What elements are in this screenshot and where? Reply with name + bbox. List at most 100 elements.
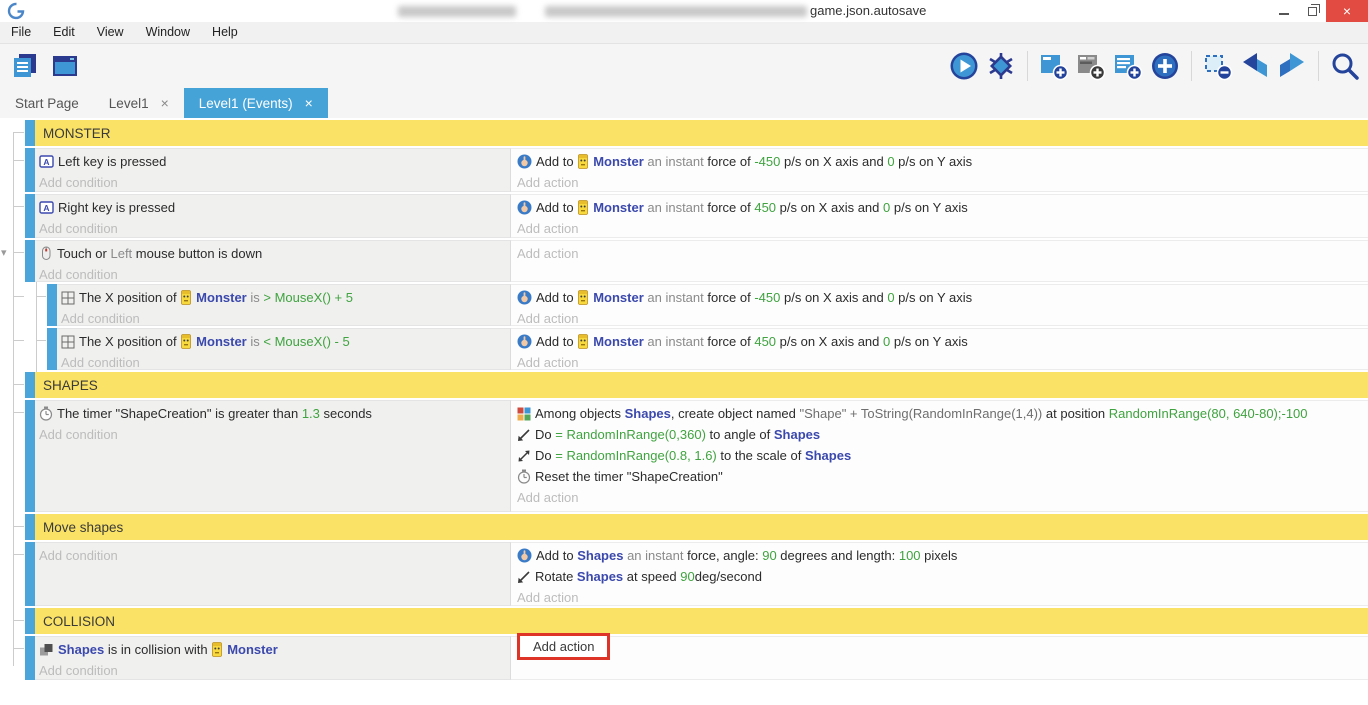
tab-level1[interactable]: Level1× <box>94 88 184 118</box>
placeholder-label: Add action <box>517 246 578 261</box>
toolbar-button-search[interactable] <box>1329 50 1361 82</box>
condition-line[interactable]: Shapes is in collision with Monster <box>39 639 510 660</box>
tab-close-icon[interactable]: × <box>305 95 313 111</box>
tab-start-page[interactable]: Start Page <box>0 88 94 118</box>
text-token: Shapes <box>805 448 851 463</box>
menu-window[interactable]: Window <box>135 22 201 44</box>
group-header[interactable]: SHAPES <box>35 372 1368 398</box>
toolbar-button-add-circle[interactable] <box>1149 50 1181 82</box>
placeholder-label: Add condition <box>39 427 118 442</box>
add-action-button[interactable]: Add action <box>517 218 1368 239</box>
tab-level1-events[interactable]: Level1 (Events) × <box>184 88 328 118</box>
add-action-button[interactable]: Add action <box>517 587 1368 608</box>
conditions-cell: ARight key is pressedAdd condition <box>35 194 511 238</box>
add-condition-button[interactable]: Add condition <box>39 660 510 680</box>
mouse-icon <box>39 246 53 261</box>
text-token: Do <box>535 427 555 442</box>
event-color-bar <box>25 514 35 540</box>
restore-icon <box>1308 7 1317 16</box>
condition-line[interactable]: Touch or Left mouse button is down <box>39 243 510 264</box>
event-color-bar <box>47 284 57 326</box>
add-action-button[interactable]: Add action <box>517 172 1368 193</box>
text-token: 0 <box>887 290 894 305</box>
group-header[interactable]: Move shapes <box>35 514 1368 540</box>
tree-gutter <box>0 542 25 606</box>
condition-line[interactable]: ARight key is pressed <box>39 197 510 218</box>
condition-line[interactable]: The X position of Monster is < MouseX() … <box>61 331 510 352</box>
text-token: -450 <box>754 290 780 305</box>
add-action-button[interactable]: Add action <box>517 352 1368 373</box>
action-line[interactable]: Rotate Shapes at speed 90deg/second <box>517 566 1368 587</box>
toolbar-button-remove-event[interactable] <box>1202 50 1234 82</box>
text-token: p/s on X axis and <box>780 290 887 305</box>
menu-edit[interactable]: Edit <box>42 22 86 44</box>
keyboard-icon: A <box>39 154 54 169</box>
action-line[interactable]: Add to Monster an instant force of 450 p… <box>517 331 1368 352</box>
text-token: "ShapeCreation" <box>116 406 212 421</box>
rotate-icon <box>517 570 531 584</box>
add-condition-button[interactable]: Add condition <box>39 264 510 282</box>
tab-label: Level1 (Events) <box>199 96 293 111</box>
action-line[interactable]: Add to Monster an instant force of 450 p… <box>517 197 1368 218</box>
placeholder-label: Add action <box>517 590 578 605</box>
text-token: 0 <box>883 334 890 349</box>
action-line[interactable]: Add to Monster an instant force of -450 … <box>517 151 1368 172</box>
collapse-arrow-icon[interactable]: ▾ <box>1 248 7 259</box>
action-line[interactable]: Add to Monster an instant force of -450 … <box>517 287 1368 308</box>
tree-gutter <box>0 328 25 370</box>
action-line[interactable]: Among objects Shapes, create object name… <box>517 403 1368 424</box>
toolbar-button-play[interactable] <box>948 50 980 82</box>
blurred-title-text <box>398 6 516 17</box>
close-button[interactable]: × <box>1326 0 1368 22</box>
play-icon <box>949 51 979 81</box>
add-circle-icon <box>1150 51 1180 81</box>
add-condition-button[interactable]: Add condition <box>61 352 510 370</box>
scale-icon <box>517 449 531 463</box>
toolbar-button-scene-editor[interactable] <box>49 50 81 82</box>
toolbar-button-add-subevent[interactable] <box>1075 50 1107 82</box>
group-header[interactable]: COLLISION <box>35 608 1368 634</box>
add-action-button[interactable]: Add action <box>517 308 1368 329</box>
event-color-bar <box>25 120 35 146</box>
toolbar-button-redo[interactable] <box>1276 50 1308 82</box>
minimize-button[interactable] <box>1270 0 1298 22</box>
add-action-button[interactable]: Add action <box>517 243 1368 264</box>
group-row: SHAPES <box>0 372 1368 398</box>
action-line[interactable]: Do = RandomInRange(0.8, 1.6) to the scal… <box>517 445 1368 466</box>
add-condition-button[interactable]: Add condition <box>39 545 510 566</box>
menu-view[interactable]: View <box>86 22 135 44</box>
action-line[interactable]: Add to Shapes an instant force, angle: 9… <box>517 545 1368 566</box>
toolbar-button-add-comment[interactable] <box>1112 50 1144 82</box>
add-subevent-icon <box>1076 51 1106 81</box>
toolbar-button-project-manager[interactable] <box>9 50 41 82</box>
text-token: 450 <box>754 334 776 349</box>
add-action-button-highlighted[interactable]: Add action <box>517 633 610 660</box>
action-line[interactable]: Reset the timer "ShapeCreation" <box>517 466 1368 487</box>
add-action-button[interactable]: Add action <box>517 487 1368 508</box>
tree-gutter <box>0 284 25 326</box>
add-condition-button[interactable]: Add condition <box>61 308 510 326</box>
condition-line[interactable]: The X position of Monster is > MouseX() … <box>61 287 510 308</box>
event-row: The timer "ShapeCreation" is greater tha… <box>0 400 1368 512</box>
event-color-bar <box>25 372 35 398</box>
tab-close-icon[interactable]: × <box>161 95 169 111</box>
menu-help[interactable]: Help <box>201 22 249 44</box>
group-header[interactable]: MONSTER <box>35 120 1368 146</box>
toolbar-button-debug[interactable] <box>985 50 1017 82</box>
restore-button[interactable] <box>1298 0 1326 22</box>
text-token: 100 <box>899 548 921 563</box>
text-token: 90 <box>680 569 694 584</box>
placeholder-label: Add action <box>517 355 578 370</box>
monster-icon <box>180 334 192 349</box>
text-token: Monster <box>593 154 644 169</box>
condition-line[interactable]: The timer "ShapeCreation" is greater tha… <box>39 403 510 424</box>
condition-line[interactable]: ALeft key is pressed <box>39 151 510 172</box>
add-condition-button[interactable]: Add condition <box>39 172 510 192</box>
add-condition-button[interactable]: Add condition <box>39 424 510 445</box>
action-line[interactable]: Do = RandomInRange(0,360) to angle of Sh… <box>517 424 1368 445</box>
timer-icon <box>39 406 53 421</box>
project-manager-icon <box>11 52 39 80</box>
toolbar-button-add-event[interactable] <box>1038 50 1070 82</box>
toolbar-button-undo[interactable] <box>1239 50 1271 82</box>
add-condition-button[interactable]: Add condition <box>39 218 510 238</box>
